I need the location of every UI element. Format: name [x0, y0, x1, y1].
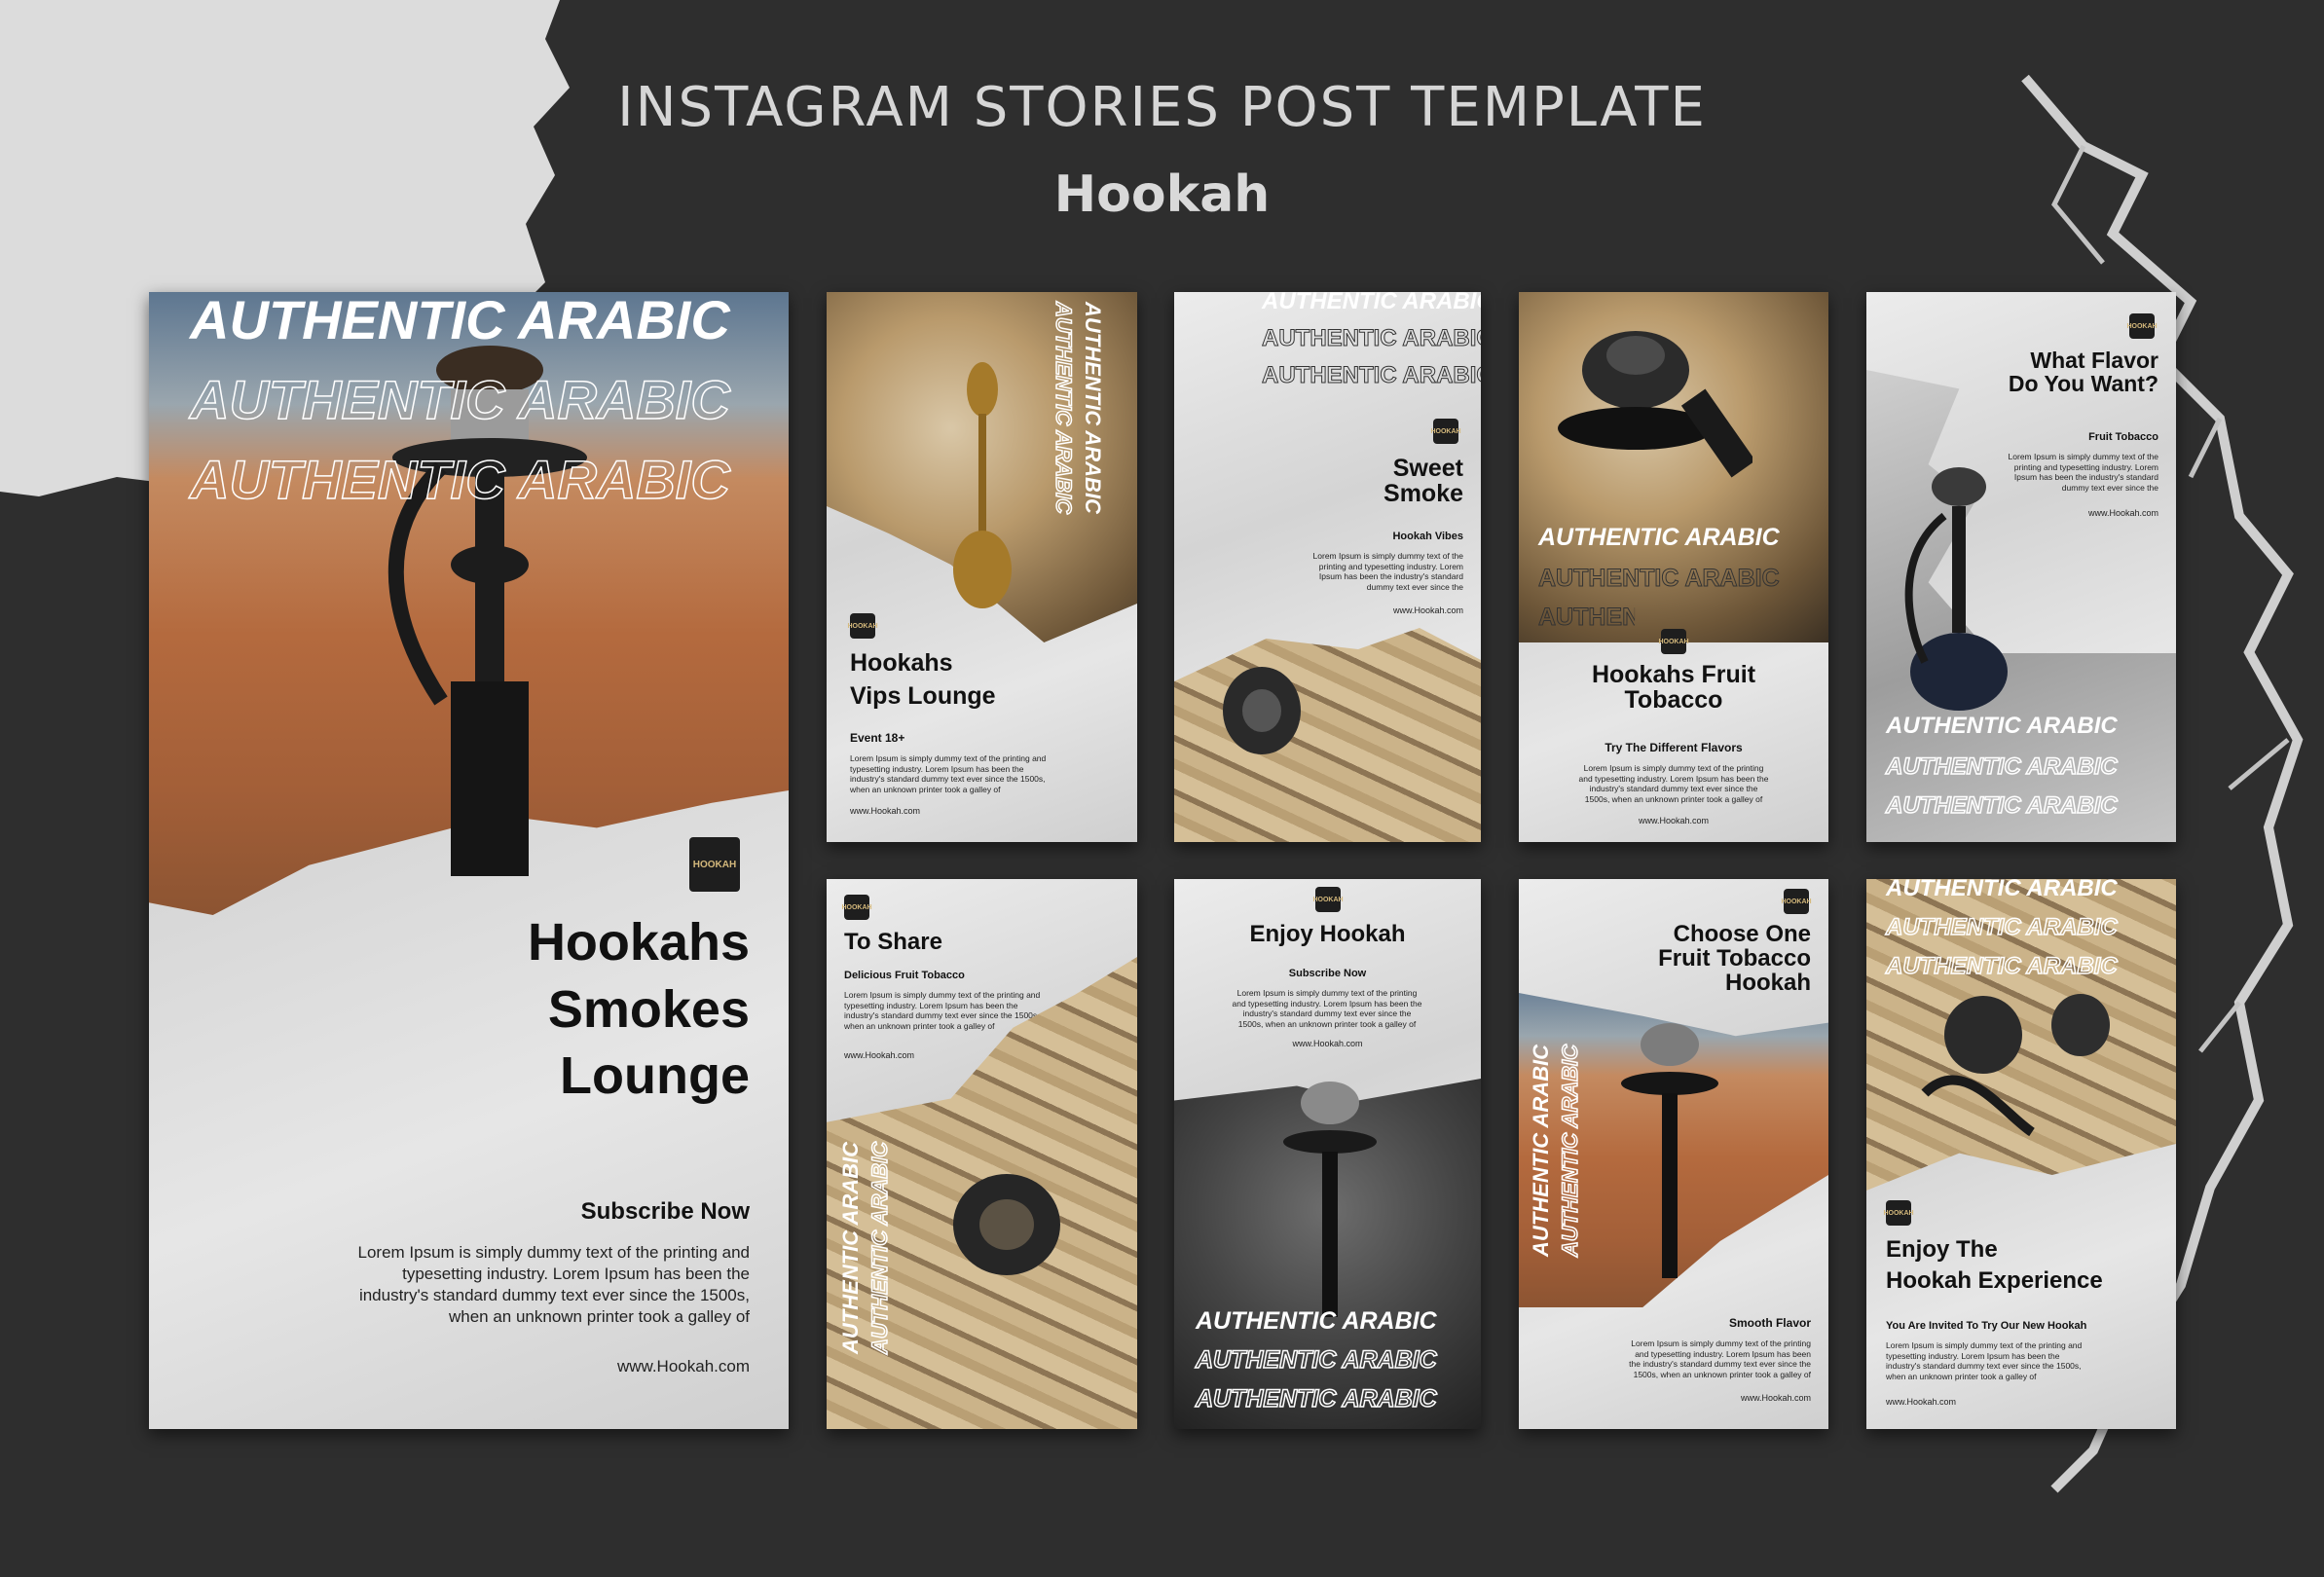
- headline-line-2: Smoke: [1383, 480, 1463, 508]
- banner-echo-2: AUTHENTIC ARABIC: [1262, 362, 1481, 389]
- page-title: INSTAGRAM STORIES POST TEMPLATE: [617, 76, 1707, 139]
- subhead: Hookah Vibes: [1392, 531, 1463, 542]
- banner-echo-1: AUTHENTIC ARABIC: [189, 368, 730, 431]
- banner-text: AUTHENTIC ARABIC: [190, 292, 730, 350]
- brand-logo: HOOKAH: [1883, 1200, 1914, 1226]
- headline-line-1: Hookahs Fruit: [1591, 661, 1756, 688]
- headline-line-3: Hookah: [1724, 970, 1811, 997]
- hookah-icon: [1558, 331, 1752, 478]
- brand-logo: HOOKAH: [847, 613, 878, 639]
- hookah-icon: [1283, 1082, 1377, 1317]
- story-card-sweet-smoke[interactable]: AUTHENTIC ARABIC AUTHENTIC ARABIC AUTHEN…: [1174, 292, 1481, 842]
- banner-text: AUTHENTIC ARABIC: [1886, 713, 2118, 739]
- banner-text: AUTHENTIC ARABIC: [1538, 524, 1780, 551]
- headline-line-1: What Flavor: [2030, 348, 2158, 373]
- banner-text: AUTHENTIC ARABIC: [1529, 1045, 1553, 1257]
- headline-line-2: Smokes: [547, 979, 750, 1039]
- headline-line-1: To Share: [844, 929, 942, 955]
- url-link[interactable]: www.Hookah.com: [2088, 508, 2158, 518]
- body-text: Lorem Ipsum is simply dummy text of the …: [850, 753, 1047, 794]
- subhead: You Are Invited To Try Our New Hookah: [1886, 1320, 2087, 1332]
- hookah-icon: [1223, 667, 1301, 754]
- headline-line-2: Fruit Tobacco: [1658, 945, 1811, 972]
- banner-echo-2: AUTHENTIC ARABIC: [189, 448, 730, 511]
- banner-echo-1: AUTHENTIC ARABIC: [1262, 325, 1481, 352]
- subhead: Smooth Flavor: [1728, 1316, 1811, 1330]
- banner-text: AUTHENTIC ARABIC: [1081, 302, 1105, 514]
- headline-line-2: Tobacco: [1624, 686, 1723, 715]
- subhead: Event 18+: [850, 731, 905, 745]
- brand-logo: HOOKAH: [1781, 889, 1812, 914]
- headline-line-1: Enjoy The: [1886, 1236, 1998, 1263]
- cta-label[interactable]: Subscribe Now: [581, 1199, 750, 1224]
- hookah-icon: [953, 362, 1012, 608]
- banner-echo-1: AUTHENTIC ARABIC: [1195, 1345, 1437, 1375]
- headline-block: Hookahs Fruit Tobacco: [1519, 662, 1828, 714]
- banner-echo: AUTHENTIC ARABIC: [1557, 1044, 1583, 1257]
- body-text: Lorem Ipsum is simply dummy text of the …: [1232, 988, 1422, 1029]
- headline-block: What Flavor Do You Want?: [2009, 348, 2158, 395]
- headline-block: Choose One Fruit Tobacco Hookah: [1658, 922, 1811, 996]
- banner-echo-1: AUTHENTIC ARABIC: [1885, 752, 2118, 781]
- story-card-choose-one[interactable]: HOOKAH Choose One Fruit Tobacco Hookah A…: [1519, 879, 1828, 1429]
- hookah-icon: [1621, 1023, 1718, 1278]
- headline-line-3: Lounge: [560, 1046, 750, 1106]
- brand-logo: HOOKAH: [841, 895, 872, 920]
- brand-logo: HOOKAH: [689, 837, 740, 892]
- banner-echo-1: AUTHENTIC ARABIC: [1538, 565, 1781, 593]
- brand-logo: HOOKAH: [1658, 629, 1689, 654]
- headline-block: Hookahs Smokes Lounge: [528, 915, 750, 1104]
- banner-echo: AUTHENTIC ARABIC: [1051, 301, 1077, 514]
- headline-line-2: Do You Want?: [2008, 371, 2158, 397]
- banner-text: AUTHENTIC ARABIC: [838, 1142, 863, 1354]
- headline-line-2: Hookah Experience: [1886, 1267, 2103, 1294]
- headline-line-1: Enjoy Hookah: [1249, 921, 1406, 947]
- headline-line-1: Sweet: [1392, 455, 1463, 482]
- subhead: Delicious Fruit Tobacco: [844, 970, 965, 981]
- headline-line-2: Vips Lounge: [850, 682, 996, 710]
- headline-block: Sweet Smoke: [1383, 456, 1463, 507]
- banner-text: AUTHENTIC ARABIC: [1196, 1307, 1437, 1335]
- headline-line-1: Hookahs: [527, 913, 750, 972]
- subhead: Fruit Tobacco: [2088, 431, 2158, 443]
- banner-echo-2: AUTHENTIC ARABIC: [1195, 1384, 1437, 1413]
- url-link[interactable]: www.Hookah.com: [1174, 1039, 1481, 1048]
- banner-echo: AUTHENTIC ARABIC: [867, 1141, 893, 1354]
- body-text: Lorem Ipsum is simply dummy text of the …: [357, 1243, 751, 1327]
- hookah-icon: [953, 1174, 1060, 1275]
- story-card-hookah-experience[interactable]: AUTHENTIC ARABIC AUTHENTIC ARABIC AUTHEN…: [1866, 879, 2176, 1429]
- banner-text: AUTHENTIC ARABIC: [1886, 879, 2118, 901]
- url-link[interactable]: www.Hookah.com: [1741, 1393, 1811, 1403]
- story-card-fruit-tobacco[interactable]: AUTHENTIC ARABIC AUTHENTIC ARABIC AUTHEN…: [1519, 292, 1828, 842]
- url-link[interactable]: www.Hookah.com: [617, 1357, 750, 1376]
- headline-line-1: Hookahs: [850, 649, 953, 677]
- banner-text: AUTHENTIC ARABIC: [1262, 292, 1481, 314]
- brand-logo: HOOKAH: [2126, 313, 2158, 339]
- story-card-vips-lounge[interactable]: AUTHENTIC ARABIC AUTHENTIC ARABIC HOOKAH…: [827, 292, 1137, 842]
- banner-echo-1: AUTHENTIC ARABIC: [1885, 913, 2118, 941]
- url-link[interactable]: www.Hookah.com: [844, 1050, 914, 1060]
- body-text: Lorem Ipsum is simply dummy text of the …: [1629, 1339, 1811, 1379]
- subhead: Subscribe Now: [1288, 968, 1367, 979]
- page-subtitle: Hookah: [1053, 165, 1271, 224]
- story-card-large[interactable]: AUTHENTIC ARABIC AUTHENTIC ARABIC AUTHEN…: [149, 292, 789, 1429]
- brand-logo: HOOKAH: [1430, 419, 1461, 444]
- url-link[interactable]: www.Hookah.com: [1393, 605, 1463, 615]
- brand-logo: HOOKAH: [1312, 887, 1344, 912]
- url-link[interactable]: www.Hookah.com: [850, 806, 920, 816]
- body-text: Lorem Ipsum is simply dummy text of the …: [1886, 1340, 2083, 1381]
- story-card-enjoy-hookah[interactable]: HOOKAH Enjoy Hookah Subscribe Now Lorem …: [1174, 879, 1481, 1429]
- banner-echo-2: AUTHENTIC ARABIC: [1885, 952, 2118, 980]
- headline-line-1: Choose One: [1673, 921, 1811, 947]
- banner-echo-2: AUTHENTIC ARABIC: [1885, 791, 2118, 820]
- hookah-icon: [1904, 467, 2008, 711]
- url-link[interactable]: www.Hookah.com: [1519, 816, 1828, 825]
- body-text: Lorem Ipsum is simply dummy text of the …: [1312, 551, 1463, 592]
- story-card-to-share[interactable]: HOOKAH To Share Delicious Fruit Tobacco …: [827, 879, 1137, 1429]
- url-link[interactable]: www.Hookah.com: [1886, 1397, 1956, 1407]
- subhead: Try The Different Flavors: [1605, 741, 1743, 754]
- story-card-what-flavor[interactable]: HOOKAH What Flavor Do You Want? Fruit To…: [1866, 292, 2176, 842]
- body-text: Lorem Ipsum is simply dummy text of the …: [1578, 763, 1769, 804]
